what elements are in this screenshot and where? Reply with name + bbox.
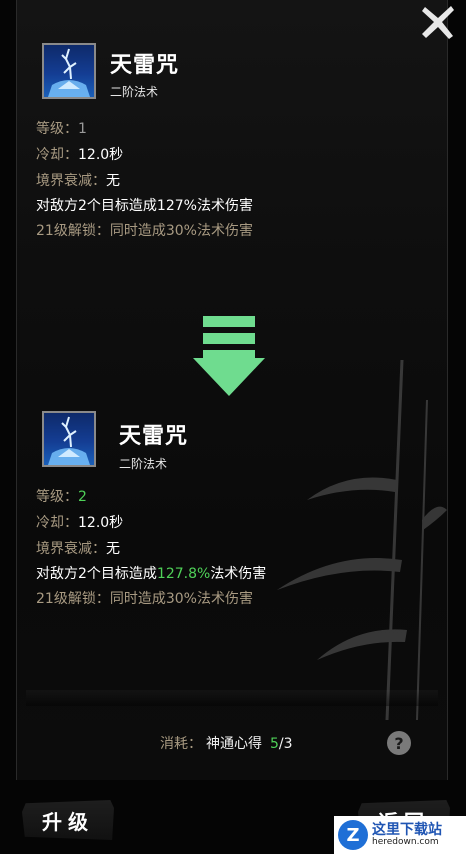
- next-cooldown-row: 冷却：12.0秒: [36, 512, 123, 532]
- close-button[interactable]: [416, 0, 460, 44]
- next-level-row: 等级：2: [36, 486, 87, 506]
- effect-suffix: 法术伤害: [210, 566, 267, 582]
- next-skill-name: 天雷咒: [119, 424, 189, 449]
- next-skill-tier: 二阶法术: [119, 457, 168, 471]
- watermark-cn: 这里下载站: [372, 821, 442, 838]
- current-skill-tier: 二阶法术: [110, 85, 159, 99]
- unlock-label: 21级解锁：: [36, 223, 110, 239]
- decay-label: 境界衰减：: [36, 541, 106, 557]
- cooldown-value: 12.0秒: [78, 147, 124, 163]
- cost-row: 消耗： 神通心得 5/3: [160, 733, 293, 753]
- current-effect-row: 对敌方2个目标造成127%法术伤害: [36, 195, 253, 215]
- cooldown-value: 12.0秒: [78, 515, 124, 531]
- next-decay-row: 境界衰减：无: [36, 538, 120, 558]
- bamboo-decoration: [277, 360, 447, 720]
- effect-prefix: 对敌方2个目标造成: [36, 566, 157, 582]
- decay-label: 境界衰减：: [36, 173, 106, 189]
- next-effect-row: 对敌方2个目标造成127.8%法术伤害: [36, 563, 266, 583]
- effect-value: 127%: [156, 198, 197, 214]
- unlock-text: 同时造成30%法术伤害: [109, 223, 253, 239]
- decay-value: 无: [106, 541, 120, 557]
- unlock-text: 同时造成30%法术伤害: [109, 591, 253, 607]
- watermark-text: 这里下载站 heredown.com: [372, 823, 442, 847]
- watermark-en: heredown.com: [372, 836, 439, 847]
- current-skill-icon: [42, 43, 96, 99]
- unlock-label: 21级解锁：: [36, 591, 110, 607]
- effect-prefix: 对敌方2个目标造成: [36, 198, 157, 214]
- current-cooldown-row: 冷却：12.0秒: [36, 144, 123, 164]
- level-value: 1: [78, 121, 87, 137]
- cost-have: 5: [270, 736, 279, 752]
- level-value: 2: [78, 489, 87, 505]
- lightning-tree-icon: [48, 416, 90, 465]
- decay-value: 无: [106, 173, 120, 189]
- cooldown-label: 冷却：: [36, 515, 78, 531]
- current-unlock-row: 21级解锁：同时造成30%法术伤害: [36, 220, 253, 240]
- current-decay-row: 境界衰减：无: [36, 170, 120, 190]
- lightning-tree-icon: [48, 48, 90, 97]
- section-divider: [26, 690, 438, 706]
- down-arrow-icon: [193, 316, 265, 396]
- question-icon: ?: [394, 733, 404, 753]
- cost-need: /3: [278, 736, 293, 752]
- watermark-logo-icon: Z: [338, 820, 368, 850]
- level-label: 等级：: [36, 489, 78, 505]
- current-level-row: 等级：1: [36, 118, 87, 138]
- current-skill-name: 天雷咒: [110, 53, 180, 78]
- effect-suffix: 法术伤害: [196, 198, 253, 214]
- cost-label: 消耗：: [160, 736, 202, 752]
- next-unlock-row: 21级解锁：同时造成30%法术伤害: [36, 588, 253, 608]
- help-button[interactable]: ?: [387, 731, 411, 755]
- next-skill-icon: [42, 411, 96, 467]
- cooldown-label: 冷却：: [36, 147, 78, 163]
- cost-item: 神通心得: [206, 736, 262, 752]
- site-watermark: Z 这里下载站 heredown.com: [334, 816, 466, 854]
- close-x-icon: [422, 6, 454, 39]
- upgrade-button[interactable]: 升级: [22, 800, 114, 840]
- level-label: 等级：: [36, 121, 78, 137]
- effect-value: 127.8%: [156, 566, 211, 582]
